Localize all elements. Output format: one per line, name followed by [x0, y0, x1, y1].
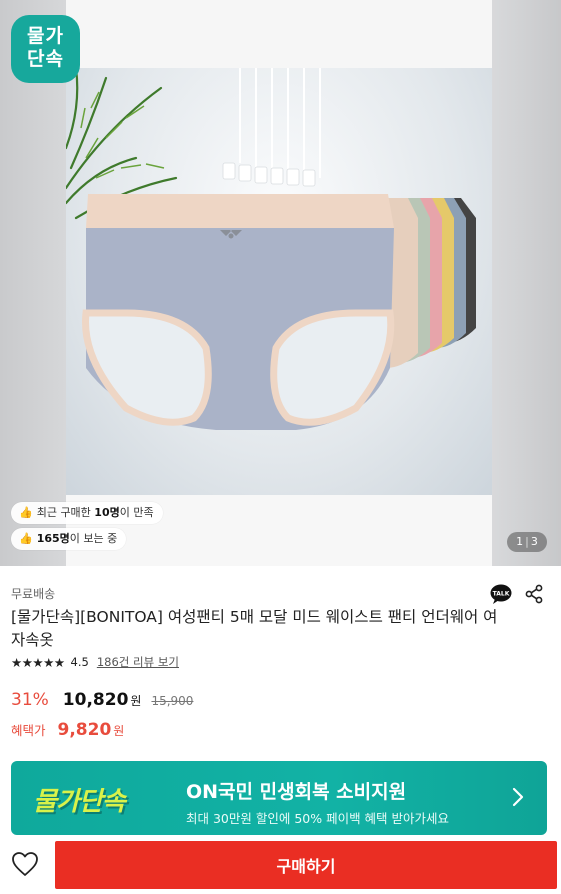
banner-logo: 물가단속 [33, 787, 126, 817]
recent-buyers-pill: 👍 최근 구매한 10명이 만족 [11, 502, 163, 524]
thumbs-up-icon: 👍 [19, 506, 33, 519]
star-rating-icons: ★★★★★ [11, 654, 65, 670]
benefit-price-unit: 원 [113, 724, 125, 738]
discount-rate: 31% [11, 690, 49, 710]
chevron-right-icon [512, 787, 524, 807]
reviews-link[interactable]: 186건 리뷰 보기 [97, 654, 179, 670]
product-photo[interactable] [66, 0, 492, 566]
banner-subtext: 최대 30만원 할인에 50% 페이백 혜택 받아가세요 [186, 811, 450, 826]
thumbs-up-icon: 👍 [19, 532, 33, 545]
promo-banner[interactable]: 물가단속 ON국민 민생회복 소비지원 최대 30만원 할인에 50% 페이백 … [11, 761, 547, 835]
viewers-pill: 👍 165명이 보는 중 [11, 528, 127, 550]
banner-headline: ON국민 민생회복 소비지원 [186, 781, 407, 803]
talk-icon[interactable]: TALK [490, 584, 512, 604]
benefit-price-row: 혜택가 9,820 원 [11, 720, 124, 740]
benefit-price: 9,820 [57, 720, 112, 740]
original-price: 15,900 [151, 694, 194, 708]
benefit-label: 혜택가 [11, 723, 46, 738]
rating-row: ★★★★★ 4.5 186건 리뷰 보기 [11, 654, 179, 670]
price-crackdown-badge: 물가 단속 [11, 15, 80, 83]
sale-price: 10,820 [62, 690, 129, 710]
rating-score: 4.5 [70, 655, 89, 669]
share-icon[interactable] [524, 584, 544, 604]
product-title: [물가단속][BONITOA] 여성팬티 5매 모달 미드 웨이스트 팬티 언더… [11, 608, 498, 649]
gallery-side-left [0, 0, 66, 566]
bottom-action-bar: 구매하기 [0, 836, 561, 894]
product-image-panties [66, 68, 476, 430]
free-shipping-label: 무료배송 [11, 587, 56, 601]
price-row: 31% 10,820 원 15,900 [11, 690, 193, 710]
buy-button[interactable]: 구매하기 [55, 841, 557, 889]
product-image-gallery[interactable]: 물가 단속 👍 최근 구매한 10명이 만족 👍 165명이 보는 중 1 | 3 [0, 0, 561, 566]
heart-icon[interactable] [11, 851, 39, 877]
svg-text:TALK: TALK [493, 591, 510, 598]
gallery-side-right [492, 0, 561, 566]
sale-price-unit: 원 [130, 694, 142, 708]
image-pager: 1 | 3 [507, 532, 547, 552]
